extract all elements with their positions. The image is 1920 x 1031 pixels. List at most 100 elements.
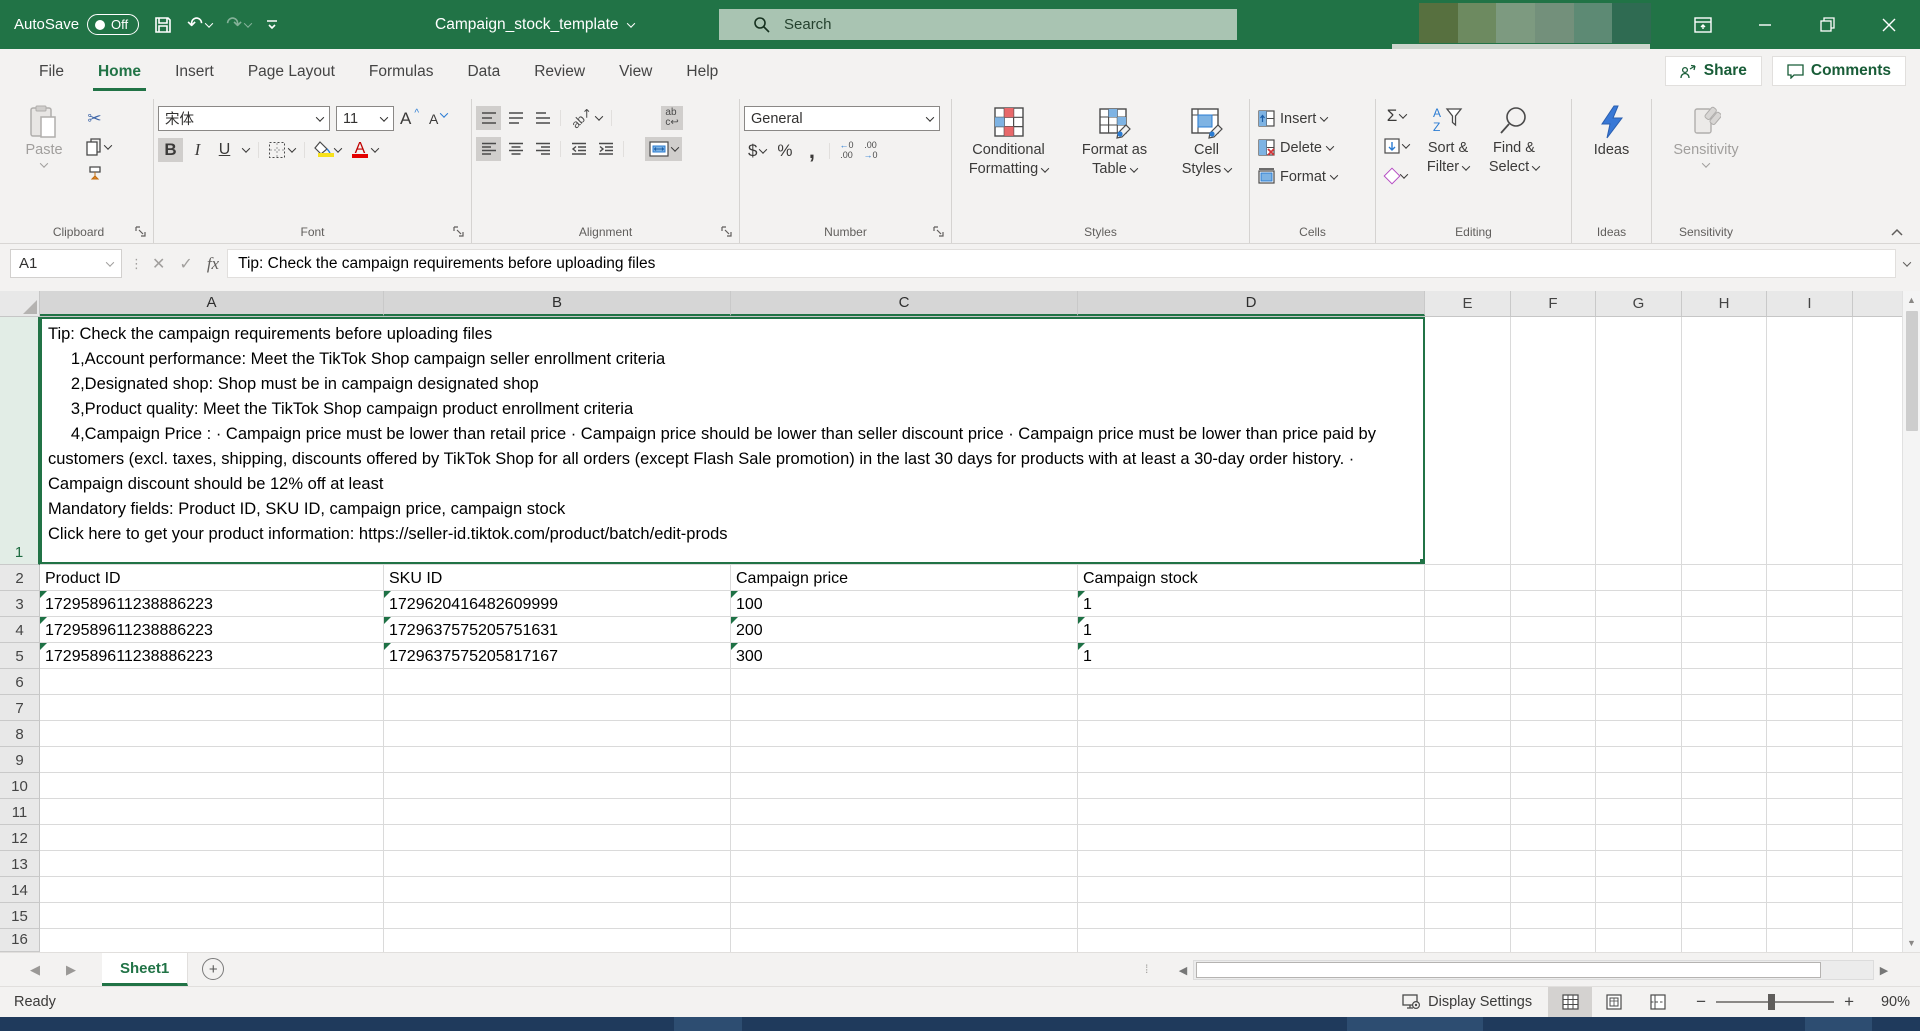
search-box[interactable] [719, 9, 1237, 40]
vertical-scroll-thumb[interactable] [1906, 311, 1918, 431]
cell-A1-merged-tip[interactable]: Tip: Check the campaign requirements bef… [40, 317, 1425, 564]
cell-D12[interactable] [1078, 825, 1425, 850]
cell-C12[interactable] [731, 825, 1078, 850]
number-format-select[interactable]: General [744, 106, 940, 131]
display-settings-button[interactable]: Display Settings [1386, 987, 1548, 1017]
next-sheet-icon[interactable]: ▶ [66, 962, 76, 978]
column-header-G[interactable]: G [1596, 291, 1682, 316]
cell-G8[interactable] [1596, 721, 1682, 746]
orientation-button[interactable]: ab↗ [566, 106, 606, 130]
cell-I9[interactable] [1767, 747, 1853, 772]
tab-view[interactable]: View [602, 49, 669, 95]
cell-C8[interactable] [731, 721, 1078, 746]
format-painter-button[interactable] [82, 163, 107, 187]
autosum-button[interactable]: Σ [1380, 104, 1413, 128]
cell-C4[interactable]: 200 [731, 617, 1078, 642]
horizontal-scroll-thumb[interactable] [1196, 962, 1821, 978]
cell-F10[interactable] [1511, 773, 1596, 798]
share-button[interactable]: Share [1665, 56, 1762, 86]
enter-formula-icon[interactable]: ✓ [179, 254, 192, 274]
cell-F16[interactable] [1511, 929, 1596, 952]
tab-insert[interactable]: Insert [158, 49, 231, 95]
cell-D10[interactable] [1078, 773, 1425, 798]
cell-H9[interactable] [1682, 747, 1767, 772]
fill-color-button[interactable] [310, 138, 345, 162]
redo-button[interactable]: ↷ [226, 15, 251, 34]
zoom-level[interactable]: 90% [1864, 994, 1910, 1010]
underline-button[interactable]: U [212, 138, 237, 162]
cell-G13[interactable] [1596, 851, 1682, 876]
clipboard-dialog-launcher[interactable] [135, 226, 147, 238]
cell-A7[interactable] [40, 695, 384, 720]
cell-C2[interactable]: Campaign price [731, 565, 1078, 590]
cell-E2[interactable] [1425, 565, 1511, 590]
cell-A2[interactable]: Product ID [40, 565, 384, 590]
collapse-ribbon-button[interactable] [1890, 228, 1904, 237]
ribbon-display-options-button[interactable] [1672, 0, 1734, 49]
middle-align-button[interactable] [503, 106, 528, 130]
cell-E7[interactable] [1425, 695, 1511, 720]
page-break-view-button[interactable] [1636, 987, 1680, 1017]
cell-D3[interactable]: 1 [1078, 591, 1425, 616]
document-title[interactable]: Campaign_stock_template [435, 0, 634, 49]
cell-E9[interactable] [1425, 747, 1511, 772]
expand-formula-bar-icon[interactable] [1903, 258, 1911, 266]
tab-home[interactable]: Home [81, 49, 158, 95]
top-align-button[interactable] [476, 106, 501, 130]
cut-button[interactable]: ✂ [82, 107, 107, 131]
scroll-right-icon[interactable]: ▶ [1874, 959, 1894, 981]
row-header-12[interactable]: 12 [0, 825, 40, 851]
cell-B5[interactable]: 1729637575205817167 [384, 643, 731, 668]
sensitivity-button[interactable]: Sensitivity [1670, 101, 1742, 168]
cell-G10[interactable] [1596, 773, 1682, 798]
sort-filter-button[interactable]: AZ Sort &Filter [1417, 101, 1479, 177]
cell-H8[interactable] [1682, 721, 1767, 746]
cell-H11[interactable] [1682, 799, 1767, 824]
bottom-align-button[interactable] [530, 106, 555, 130]
sheet-tab-sheet1[interactable]: Sheet1 [102, 953, 188, 986]
cell-B11[interactable] [384, 799, 731, 824]
row-header-16[interactable]: 16 [0, 929, 40, 952]
borders-button[interactable] [264, 138, 299, 162]
number-dialog-launcher[interactable] [933, 226, 945, 238]
prev-sheet-icon[interactable]: ◀ [30, 962, 40, 978]
cell-I2[interactable] [1767, 565, 1853, 590]
align-left-button[interactable] [476, 137, 501, 161]
insert-function-icon[interactable]: fx [207, 254, 219, 274]
cell-G6[interactable] [1596, 669, 1682, 694]
copy-button[interactable] [82, 135, 115, 159]
row-header-5[interactable]: 5 [0, 643, 40, 669]
tab-review[interactable]: Review [517, 49, 602, 95]
cell-G16[interactable] [1596, 929, 1682, 952]
font-name-select[interactable]: 宋体 [158, 106, 330, 131]
cell-E6[interactable] [1425, 669, 1511, 694]
column-header-B[interactable]: B [384, 291, 731, 316]
cell-A8[interactable] [40, 721, 384, 746]
accounting-format-button[interactable]: $ [744, 139, 770, 163]
restore-button[interactable] [1796, 0, 1858, 49]
cell-G2[interactable] [1596, 565, 1682, 590]
cell-I8[interactable] [1767, 721, 1853, 746]
cell-A15[interactable] [40, 903, 384, 928]
cell-G11[interactable] [1596, 799, 1682, 824]
cell-F6[interactable] [1511, 669, 1596, 694]
column-header-F[interactable]: F [1511, 291, 1596, 316]
cell-F9[interactable] [1511, 747, 1596, 772]
align-center-button[interactable] [503, 137, 528, 161]
cell-A10[interactable] [40, 773, 384, 798]
decrease-indent-button[interactable] [566, 137, 591, 161]
conditional-formatting-button[interactable]: ConditionalFormatting [957, 101, 1061, 179]
cell-H13[interactable] [1682, 851, 1767, 876]
row-header-1[interactable]: 1 [0, 317, 40, 565]
cell-B15[interactable] [384, 903, 731, 928]
column-header-H[interactable]: H [1682, 291, 1767, 316]
cell-I10[interactable] [1767, 773, 1853, 798]
row-header-7[interactable]: 7 [0, 695, 40, 721]
cell-A16[interactable] [40, 929, 384, 952]
cell-B3[interactable]: 1729620416482609999 [384, 591, 731, 616]
row-header-10[interactable]: 10 [0, 773, 40, 799]
wrap-text-button[interactable]: abc↩ [661, 106, 682, 130]
cell-A3[interactable]: 1729589611238886223 [40, 591, 384, 616]
cell-I15[interactable] [1767, 903, 1853, 928]
row-header-2[interactable]: 2 [0, 565, 40, 591]
